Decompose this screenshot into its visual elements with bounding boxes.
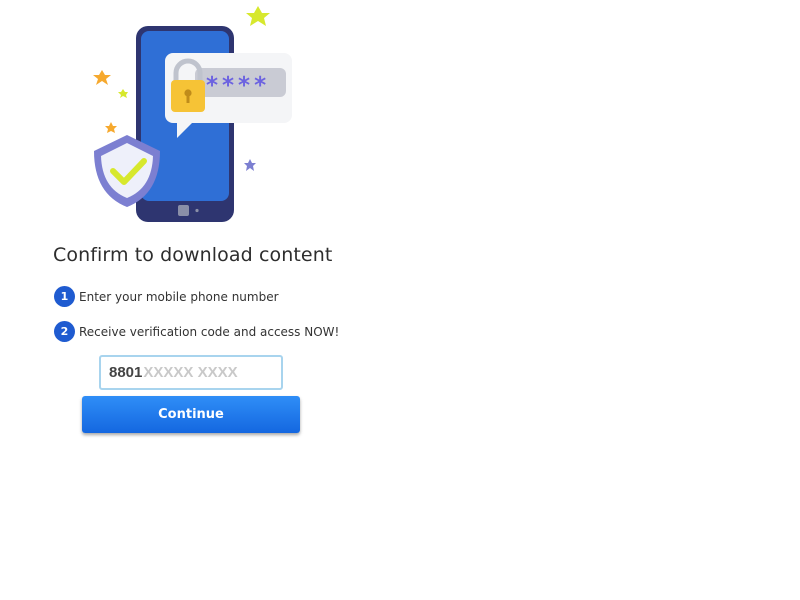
country-prefix: 8801 (109, 364, 143, 381)
step-2-label: Receive verification code and access NOW… (79, 324, 340, 339)
page-title: Confirm to download content (53, 244, 333, 266)
phone-number-field[interactable]: 8801 (99, 355, 283, 390)
star-icon (246, 6, 270, 26)
step-1: 1 Enter your mobile phone number (54, 286, 279, 307)
step-1-label: Enter your mobile phone number (79, 289, 279, 304)
star-icon (93, 70, 111, 85)
phone-home-button (178, 205, 189, 216)
step-2: 2 Receive verification code and access N… (54, 321, 339, 342)
star-icon (118, 89, 128, 98)
step-2-number-badge: 2 (54, 321, 75, 342)
phone-number-input[interactable] (142, 364, 274, 381)
star-icon (105, 122, 117, 133)
password-mask: **** (206, 73, 270, 99)
hero-illustration: **** (80, 0, 310, 230)
star-icon (244, 159, 256, 171)
step-1-number-badge: 1 (54, 286, 75, 307)
continue-button[interactable]: Continue (82, 396, 300, 433)
